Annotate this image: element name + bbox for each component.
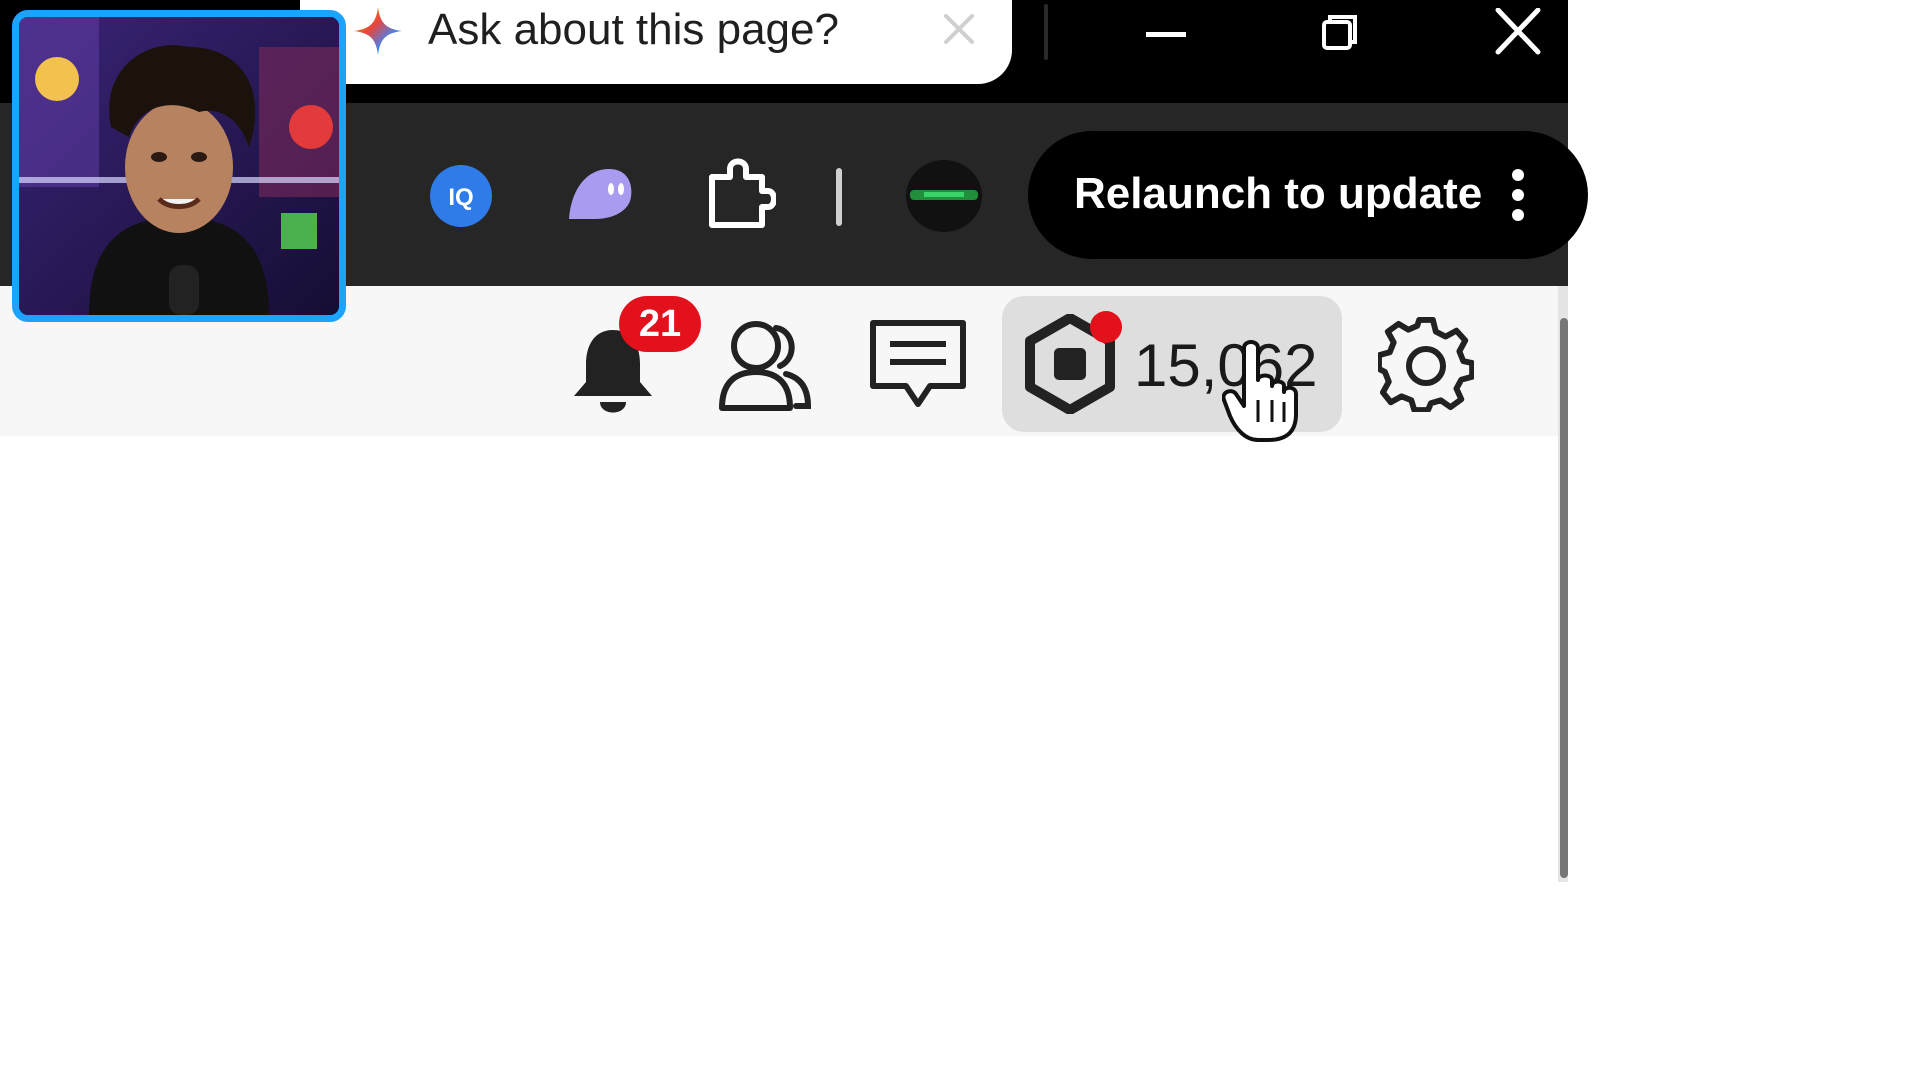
profile-avatar[interactable] <box>902 158 986 234</box>
robux-notification-dot <box>1090 311 1122 343</box>
page-scrollbar-thumb[interactable] <box>1560 318 1568 878</box>
toolbar-separator <box>836 168 842 226</box>
minimize-icon[interactable] <box>1136 8 1196 56</box>
window-close-icon[interactable] <box>1488 8 1548 56</box>
streamer-webcam-overlay <box>12 10 346 322</box>
kebab-menu-icon[interactable] <box>1506 167 1530 223</box>
ask-prompt-text[interactable]: Ask about this page? <box>428 5 839 55</box>
friends-icon[interactable] <box>716 316 812 412</box>
relaunch-label: Relaunch to update <box>1074 169 1483 218</box>
hand-cursor-icon <box>1222 340 1298 442</box>
notification-badge: 21 <box>619 296 701 352</box>
webcam-image <box>19 17 339 315</box>
iq-extension-icon[interactable]: IQ <box>428 163 494 229</box>
chat-icon[interactable] <box>868 318 968 410</box>
gear-icon[interactable] <box>1378 316 1474 412</box>
svg-text:IQ: IQ <box>448 184 473 211</box>
ghost-extension-icon[interactable] <box>565 163 635 225</box>
puzzle-extensions-icon[interactable] <box>704 157 776 231</box>
titlebar-divider <box>1044 4 1048 60</box>
restore-icon[interactable] <box>1310 8 1370 56</box>
gemini-sparkle-icon <box>354 7 402 55</box>
close-icon[interactable] <box>940 10 978 48</box>
relaunch-to-update-button[interactable]: Relaunch to update <box>1028 131 1588 259</box>
